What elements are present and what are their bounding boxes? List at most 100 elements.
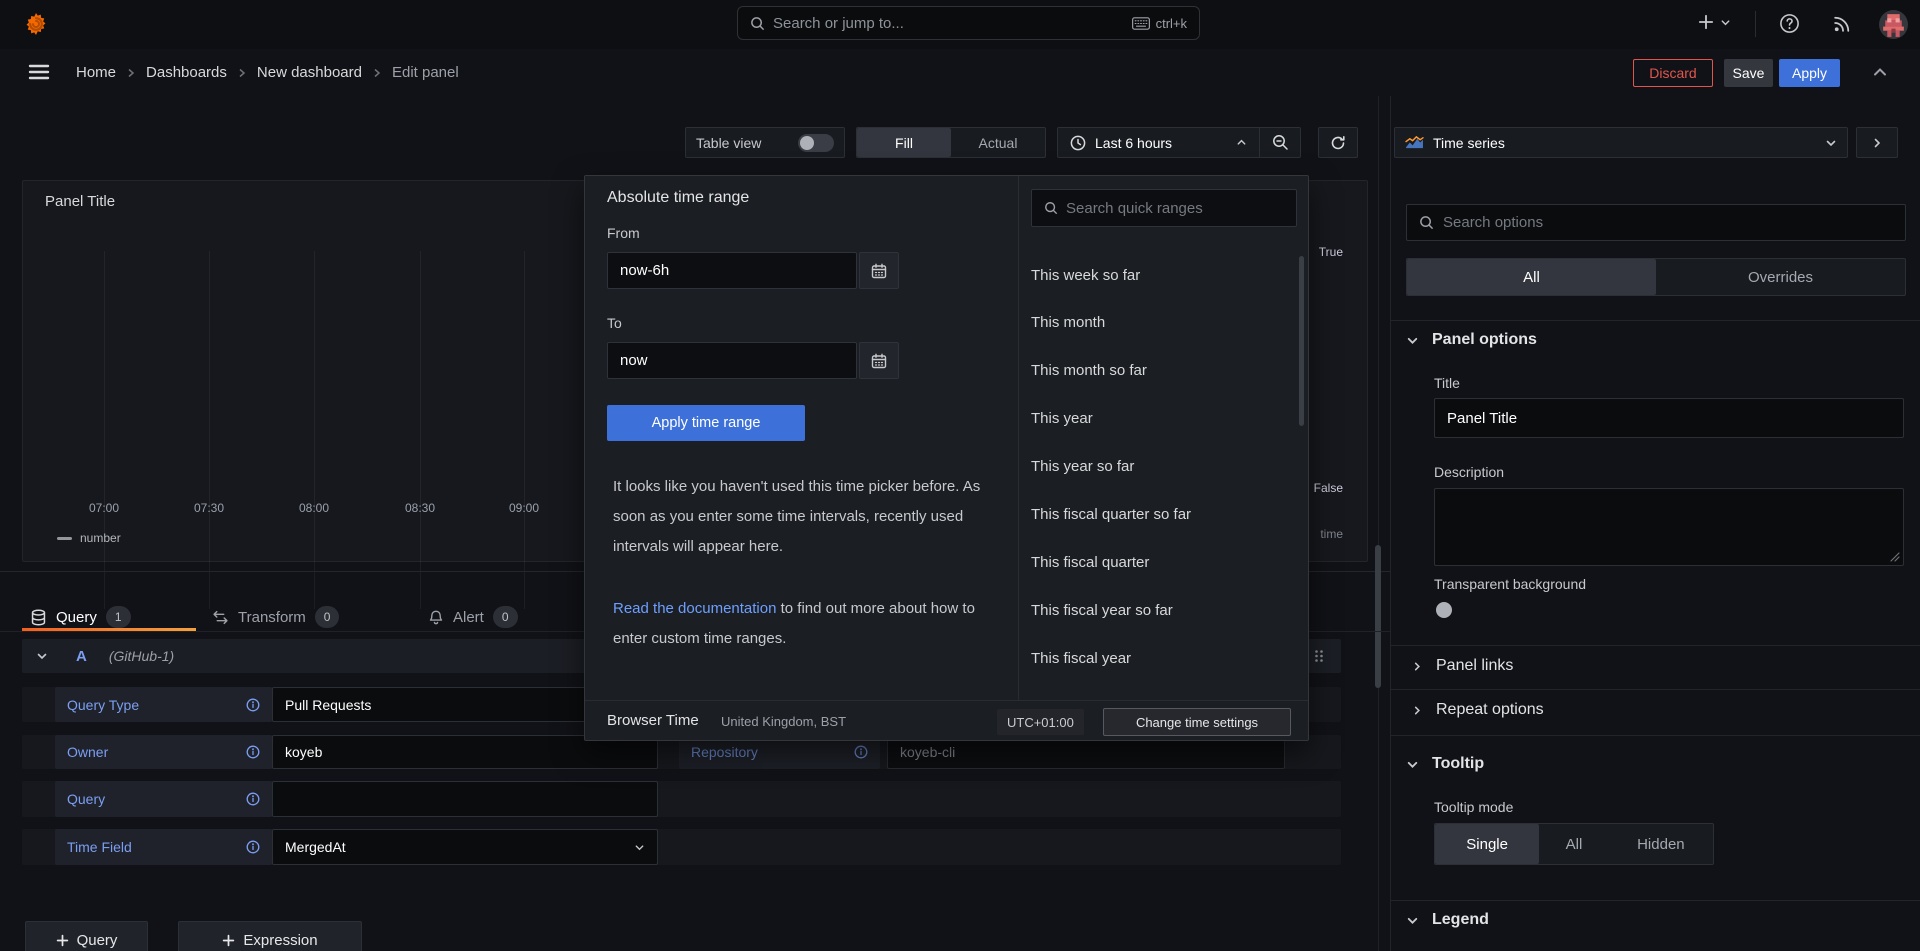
- query-field-row: Query: [22, 781, 1341, 817]
- chevron-down-icon: [1825, 137, 1837, 149]
- refresh-button[interactable]: [1318, 127, 1358, 158]
- time-field-select[interactable]: MergedAt: [272, 829, 658, 865]
- quick-range-option[interactable]: This year so far: [1031, 458, 1134, 475]
- add-new-button[interactable]: [1697, 13, 1731, 31]
- field-label-query: Query: [55, 781, 272, 817]
- tab-transform[interactable]: Transform 0: [212, 606, 339, 628]
- info-icon[interactable]: [246, 745, 260, 759]
- quick-ranges-search-input[interactable]: Search quick ranges: [1031, 189, 1297, 227]
- info-icon[interactable]: [246, 698, 260, 712]
- breadcrumb-new-dashboard[interactable]: New dashboard: [257, 64, 362, 81]
- scrollbar-thumb[interactable]: [1375, 545, 1381, 688]
- search-icon: [1419, 215, 1434, 230]
- tooltip-mode-all[interactable]: All: [1539, 824, 1609, 864]
- quick-range-option[interactable]: This fiscal year: [1031, 650, 1131, 667]
- breadcrumb-home[interactable]: Home: [76, 64, 116, 81]
- timepicker-footer: Browser Time United Kingdom, BST UTC+01:…: [585, 700, 1308, 742]
- zoom-out-time-button[interactable]: [1260, 128, 1300, 157]
- quick-range-option[interactable]: This week so far: [1031, 267, 1140, 284]
- apply-button[interactable]: Apply: [1779, 59, 1840, 87]
- from-input[interactable]: now-6h: [607, 252, 857, 289]
- field-label-text: Repository: [691, 744, 758, 760]
- tab-transform-count: 0: [315, 606, 340, 628]
- visualization-select[interactable]: Time series: [1394, 127, 1848, 158]
- sidebar-border: [1390, 96, 1391, 951]
- breadcrumb-edit-panel: Edit panel: [392, 64, 459, 81]
- panel-options-section-header[interactable]: Panel options: [1406, 331, 1537, 349]
- quick-range-option[interactable]: This year: [1031, 410, 1093, 427]
- actual-option[interactable]: Actual: [951, 128, 1045, 157]
- query-input[interactable]: [272, 781, 658, 817]
- collapse-options-pane-button[interactable]: [1856, 127, 1898, 158]
- quick-range-option[interactable]: This fiscal quarter: [1031, 554, 1149, 571]
- query-field-row: Time Field MergedAt: [22, 829, 1341, 865]
- panel-links-section-header[interactable]: Panel links: [1412, 657, 1513, 675]
- tab-all[interactable]: All: [1407, 259, 1656, 295]
- tab-alert[interactable]: Alert 0: [428, 606, 518, 628]
- add-query-button[interactable]: Query: [25, 921, 148, 951]
- search-options-input[interactable]: Search options: [1406, 204, 1906, 241]
- collapse-chevron-icon[interactable]: [36, 650, 48, 662]
- breadcrumb-dashboards[interactable]: Dashboards: [146, 64, 227, 81]
- table-view-toggle[interactable]: [798, 134, 834, 152]
- resize-handle-icon[interactable]: [1890, 552, 1900, 562]
- tooltip-mode-segmented: Single All Hidden: [1434, 823, 1714, 865]
- menu-hamburger-icon[interactable]: [28, 62, 50, 82]
- keyboard-icon: [1132, 17, 1150, 30]
- info-icon[interactable]: [854, 745, 868, 759]
- description-textarea[interactable]: [1434, 488, 1904, 566]
- time-range-picker-button[interactable]: Last 6 hours: [1058, 135, 1259, 151]
- apply-time-range-button[interactable]: Apply time range: [607, 405, 805, 441]
- field-label-query-type: Query Type: [55, 687, 272, 722]
- gridline: [314, 251, 315, 609]
- quick-range-option[interactable]: This month so far: [1031, 362, 1147, 379]
- transform-icon: [212, 609, 229, 626]
- x-axis-tick: 09:00: [502, 501, 546, 515]
- add-query-label: Query: [77, 932, 118, 949]
- timepicker-divider: [1018, 176, 1019, 700]
- to-calendar-button[interactable]: [859, 342, 899, 379]
- from-label: From: [607, 225, 640, 241]
- repeat-options-section-header[interactable]: Repeat options: [1412, 701, 1544, 719]
- query-ref-id[interactable]: A: [76, 648, 87, 665]
- to-input[interactable]: now: [607, 342, 857, 379]
- documentation-link[interactable]: Read the documentation: [613, 600, 776, 617]
- tab-overrides[interactable]: Overrides: [1656, 259, 1905, 295]
- tooltip-section-header[interactable]: Tooltip: [1406, 755, 1484, 773]
- collapse-chevron-up-icon[interactable]: [1872, 65, 1888, 79]
- save-button[interactable]: Save: [1724, 59, 1773, 87]
- info-icon[interactable]: [246, 840, 260, 854]
- global-search-input[interactable]: Search or jump to... ctrl+k: [737, 6, 1200, 40]
- field-label-text: Time Field: [67, 839, 132, 855]
- zoom-out-icon: [1272, 134, 1289, 151]
- user-avatar[interactable]: [1879, 10, 1908, 39]
- grafana-logo-icon[interactable]: [22, 10, 50, 38]
- legend-section-header[interactable]: Legend: [1406, 911, 1489, 929]
- x-axis-tick: 07:00: [82, 501, 126, 515]
- quick-range-option[interactable]: This month: [1031, 314, 1105, 331]
- quick-range-option[interactable]: This fiscal quarter so far: [1031, 506, 1191, 523]
- quick-ranges-scrollbar[interactable]: [1299, 256, 1304, 426]
- discard-button[interactable]: Discard: [1633, 59, 1713, 87]
- tooltip-mode-single[interactable]: Single: [1435, 824, 1539, 864]
- panel-title-input[interactable]: Panel Title: [1434, 398, 1904, 438]
- help-icon[interactable]: [1779, 13, 1800, 34]
- quick-range-option[interactable]: This fiscal year so far: [1031, 602, 1173, 619]
- calendar-icon: [871, 263, 887, 279]
- tooltip-mode-hidden[interactable]: Hidden: [1609, 824, 1713, 864]
- bell-icon: [428, 609, 444, 626]
- tab-query-count: 1: [106, 606, 131, 628]
- fill-option[interactable]: Fill: [857, 128, 951, 157]
- news-rss-icon[interactable]: [1832, 13, 1853, 34]
- info-icon[interactable]: [246, 792, 260, 806]
- change-time-settings-button[interactable]: Change time settings: [1103, 708, 1291, 736]
- plus-icon: [56, 934, 69, 947]
- tab-transform-label: Transform: [238, 609, 306, 626]
- drag-handle-icon[interactable]: [1313, 649, 1325, 663]
- chevron-right-icon: [372, 68, 382, 78]
- from-calendar-button[interactable]: [859, 252, 899, 289]
- legend-item[interactable]: number: [57, 531, 121, 545]
- field-label-time-field: Time Field: [55, 829, 272, 865]
- tab-query[interactable]: Query 1: [30, 606, 131, 628]
- add-expression-button[interactable]: Expression: [178, 921, 362, 951]
